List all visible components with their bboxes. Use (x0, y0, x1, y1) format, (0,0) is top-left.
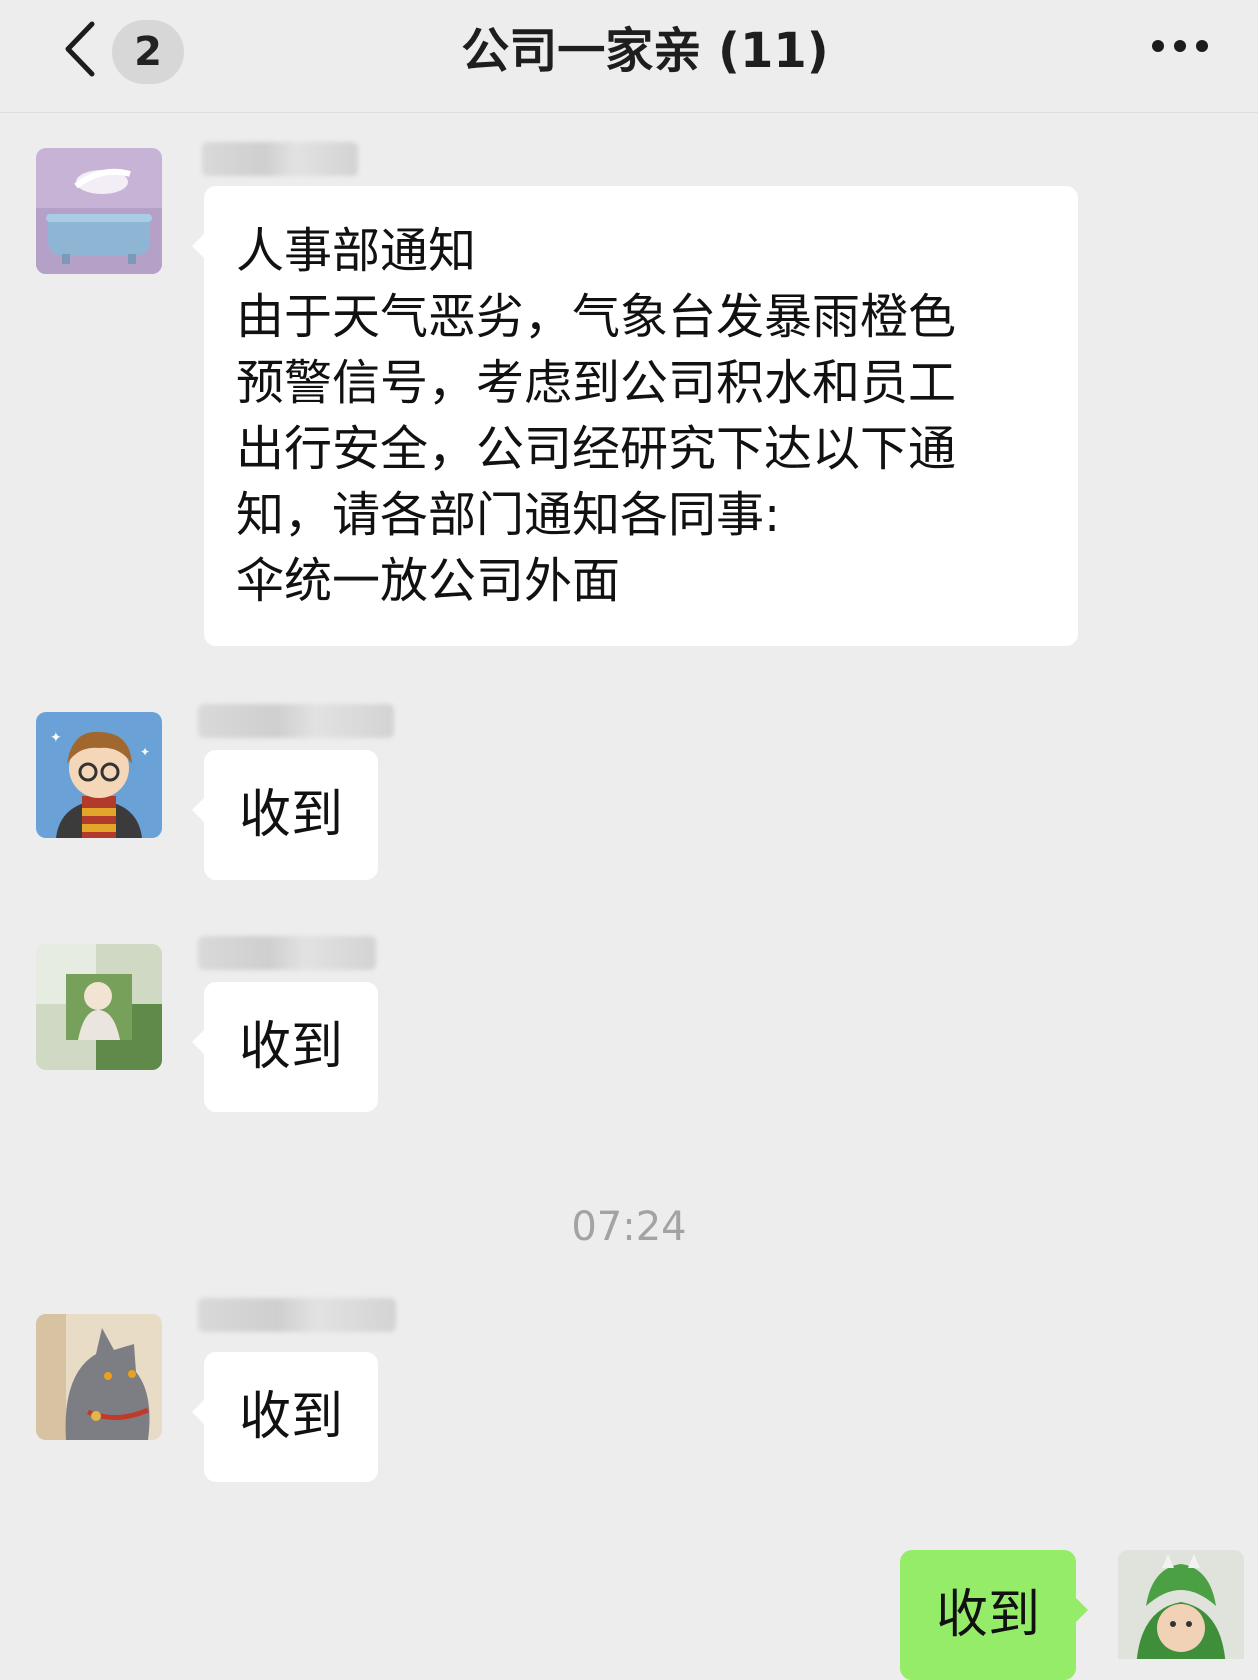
photo-avatar-icon (36, 944, 162, 1070)
message-bubble[interactable]: 收到 (192, 982, 378, 1112)
cartoon-boy-avatar-icon: ✦ ✦ (36, 712, 162, 838)
message-bubble[interactable]: 人事部通知 由于天气恶劣，气象台发暴雨橙色 预警信号，考虑到公司积水和员工 出行… (192, 186, 1078, 646)
message-bubble[interactable]: 收到 (192, 1352, 378, 1482)
back-button[interactable] (58, 18, 102, 80)
message-text-line: 由于天气恶劣，气象台发暴雨橙色 (236, 289, 957, 345)
message-text-line: 伞统一放公司外面 (236, 553, 621, 609)
message-text: 收到 (238, 785, 343, 845)
avatar[interactable] (36, 1314, 162, 1440)
unread-count-badge[interactable]: 2 (112, 20, 184, 84)
more-dots-icon (1152, 40, 1208, 52)
message-text: 收到 (238, 1387, 343, 1447)
avatar[interactable] (36, 944, 162, 1070)
timestamp: 07:24 (571, 1204, 687, 1250)
chat-header: 2 公司一家亲 (11) (0, 0, 1258, 113)
self-message-bubble[interactable]: 收到 (900, 1550, 1088, 1680)
avatar[interactable]: ✦ ✦ (36, 712, 162, 838)
sender-name: ████ ██ (198, 704, 394, 738)
avatar[interactable] (36, 148, 162, 274)
sender-name: ███ ██ (202, 142, 358, 176)
chat-title: 公司一家亲 (11) (461, 23, 829, 79)
cat-avatar-icon (36, 1314, 162, 1440)
message-text-line: 知，请各部门通知各同事: (236, 487, 781, 543)
svg-text:✦: ✦ (140, 745, 150, 759)
message-bubble[interactable]: 收到 (192, 750, 378, 880)
sender-name: █████ ███ (198, 1298, 396, 1332)
message-text-line: 预警信号，考虑到公司积水和员工 (236, 355, 957, 411)
bathtub-avatar-icon (36, 148, 162, 274)
child-dinosaur-avatar-icon (1118, 1550, 1244, 1659)
sender-name: ███ ███ (198, 936, 376, 970)
message-text-line: 人事部通知 (236, 223, 477, 279)
more-button[interactable] (1150, 34, 1210, 58)
svg-text:✦: ✦ (50, 730, 62, 746)
message-text: 收到 (238, 1017, 343, 1077)
chevron-left-icon (65, 21, 95, 77)
message-text: 收到 (935, 1585, 1040, 1645)
self-avatar[interactable] (1118, 1550, 1244, 1659)
message-text-line: 出行安全，公司经研究下达以下通 (236, 421, 957, 477)
